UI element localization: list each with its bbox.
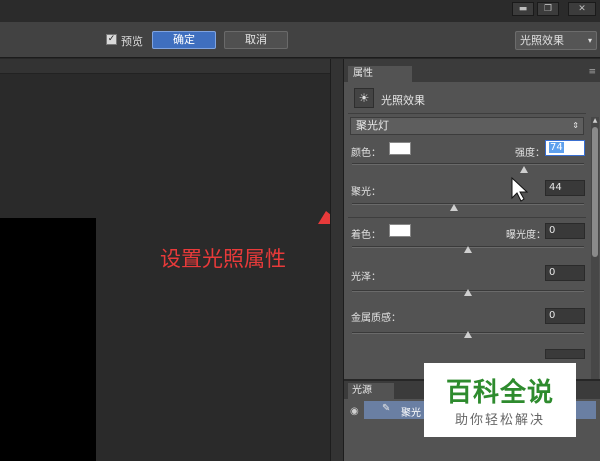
watermark-logo: 百科全说 助你轻松解决 xyxy=(424,363,576,437)
watermark-title: 百科全说 xyxy=(445,378,554,408)
watermark-subtitle: 助你轻松解决 xyxy=(454,413,545,428)
